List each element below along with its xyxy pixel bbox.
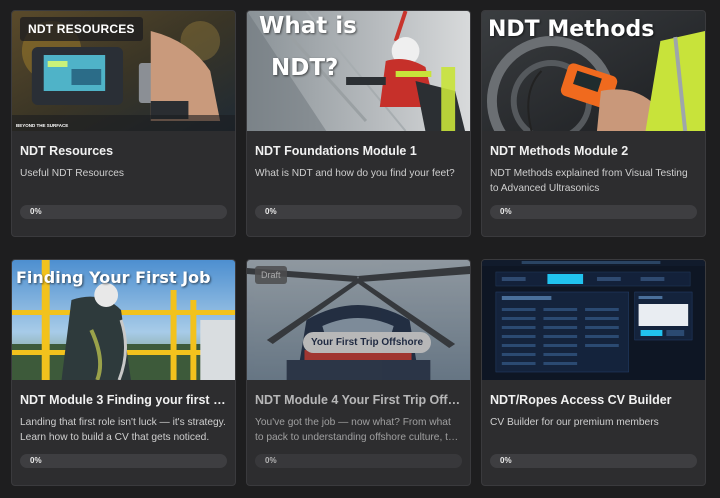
course-card-module-4[interactable]: Draft Your First Trip Offshore NDT Modul… [246,259,471,486]
card-body: NDT Resources Useful NDT Resources 0% [12,131,235,236]
card-body: NDT/Ropes Access CV Builder CV Builder f… [482,380,705,485]
progress-percent: 0% [30,456,42,465]
card-body: NDT Methods Module 2 NDT Methods explain… [482,131,705,236]
course-card-module-3[interactable]: Finding Your First Job NDT Module 3 Find… [11,259,236,486]
card-body: NDT Module 3 Finding your first job Land… [12,380,235,485]
progress-percent: 0% [30,207,42,216]
card-title[interactable]: NDT Module 4 Your First Trip Offshore [255,392,462,408]
course-card-ndt-methods[interactable]: NDT Methods NDT Methods Module 2 NDT Met… [481,10,706,237]
progress-bar: 0% [20,205,227,219]
card-description: What is NDT and how do you find your fee… [255,168,455,179]
course-thumbnail: Draft Your First Trip Offshore [247,260,470,380]
course-card-ndt-foundations[interactable]: What is NDT? NDT Foundations Module 1 Wh… [246,10,471,237]
card-title[interactable]: NDT Module 3 Finding your first job [20,392,227,408]
card-body: NDT Module 4 Your First Trip Offshore Yo… [247,380,470,485]
thumbnail-title: Your First Trip Offshore [303,332,432,353]
card-title[interactable]: NDT Resources [20,143,227,159]
progress-percent: 0% [265,207,277,216]
progress-bar: 0% [255,454,462,468]
course-thumbnail: Finding Your First Job [12,260,235,380]
progress-percent: 0% [500,456,512,465]
card-description: Landing that first role isn't luck — it'… [20,417,226,443]
card-description: You've got the job — now what? From what… [255,417,461,443]
course-thumbnail: NDT RESOURCES BEYOND THE SURFACE [12,11,235,131]
card-description: CV Builder for our premium members [490,417,659,428]
course-thumbnail: What is NDT? [247,11,470,131]
thumbnail-title: NDT Methods [488,17,655,42]
progress-percent: 0% [500,207,512,216]
thumbnail-title: NDT RESOURCES [20,17,143,41]
course-card-cv-builder[interactable]: NDT/Ropes Access CV Builder CV Builder f… [481,259,706,486]
thumbnail-title-line2: NDT? [271,55,339,81]
course-thumbnail [482,260,705,380]
progress-bar: 0% [20,454,227,468]
thumbnail-title-line1: What is [259,13,357,39]
card-title[interactable]: NDT/Ropes Access CV Builder [490,392,697,408]
progress-bar: 0% [490,454,697,468]
card-description: NDT Methods explained from Visual Testin… [490,168,688,194]
cv-builder-screenshot-image [482,260,705,380]
card-title[interactable]: NDT Methods Module 2 [490,143,697,159]
course-thumbnail: NDT Methods [482,11,705,131]
course-grid: NDT RESOURCES BEYOND THE SURFACE NDT Res… [11,10,707,490]
thumbnail-title: Finding Your First Job [16,268,211,287]
card-title[interactable]: NDT Foundations Module 1 [255,143,462,159]
thumbnail-caption: BEYOND THE SURFACE [16,123,69,128]
draft-badge: Draft [255,266,287,284]
progress-bar: 0% [255,205,462,219]
progress-bar: 0% [490,205,697,219]
progress-percent: 0% [265,456,277,465]
course-card-ndt-resources[interactable]: NDT RESOURCES BEYOND THE SURFACE NDT Res… [11,10,236,237]
card-body: NDT Foundations Module 1 What is NDT and… [247,131,470,236]
card-description: Useful NDT Resources [20,168,124,179]
